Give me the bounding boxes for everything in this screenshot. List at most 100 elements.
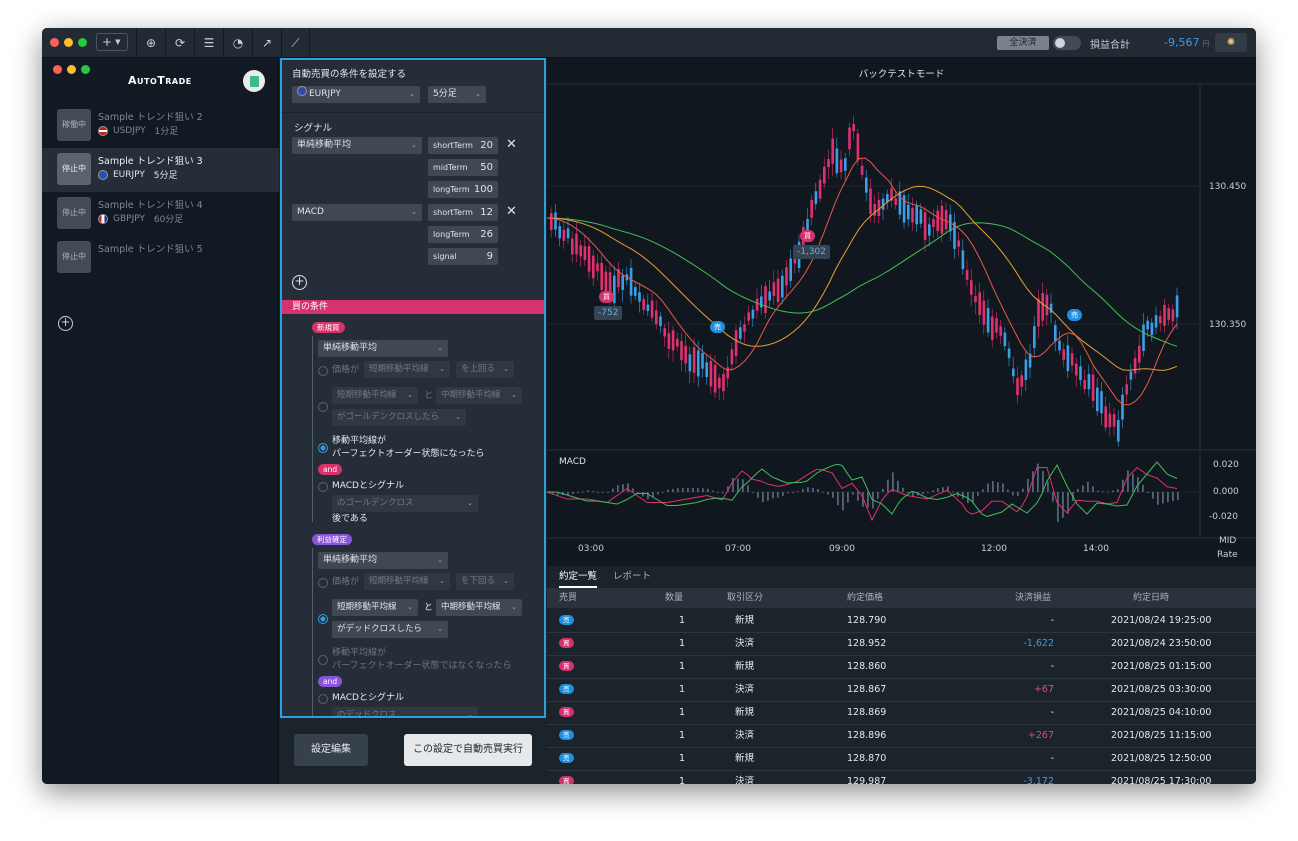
table-row[interactable]: 売 1 新規 128.870 - 2021/08/25 12:50:00 [547,748,1256,771]
param-field[interactable]: shortTerm 12 [428,204,498,221]
refresh-icon[interactable]: ⟳ [165,28,194,58]
add-indicator-button[interactable]: + [292,275,307,290]
condition-radio[interactable] [318,694,328,704]
indicator-select[interactable]: 単純移動平均 ⌄ [292,137,422,154]
minimize-window-button[interactable] [64,38,73,47]
remove-indicator-icon[interactable]: ✕ [506,137,517,152]
add-menu-button[interactable]: + ▼ [96,33,128,51]
candle-body [789,258,792,281]
tab-executions[interactable]: 約定一覧 [559,568,598,588]
clock-icon[interactable]: ◔ [223,28,252,58]
macd-bar [682,488,684,492]
strategy-item[interactable]: 停止中 Sample トレンド狙い 5 [42,236,279,280]
indicator-select[interactable]: MACD ⌄ [292,204,422,221]
new-buy-pill: 新規買 [312,322,345,333]
condition-radio-selected[interactable] [318,614,328,624]
condition-radio[interactable] [318,655,328,665]
param-field[interactable]: shortTerm 20 [428,137,498,154]
condition-radio[interactable] [318,578,328,588]
column-header[interactable]: 約定価格 [847,588,883,608]
option-connector: と [424,603,434,613]
column-header[interactable]: 数量 [665,588,683,608]
column-header[interactable]: 取引区分 [727,588,763,608]
trend-line-icon[interactable]: ⟋ [281,28,310,58]
option-select[interactable]: 短期移動平均線 ⌄ [332,599,418,616]
option-select[interactable]: がデッドクロスしたら ⌄ [332,621,448,638]
param-field[interactable]: longTerm 26 [428,226,498,243]
pnl-number: -9,567 [1164,36,1200,49]
sidebar-close-button[interactable] [53,65,62,74]
chevron-down-icon: ⌄ [409,90,415,98]
candle-body [579,245,582,257]
pair-select[interactable]: EURJPY ⌄ [292,86,420,103]
column-header[interactable]: 売買 [559,588,577,608]
price-cell: 129.987 [847,776,887,784]
add-chart-icon[interactable]: ⊕ [136,28,165,58]
option-select[interactable]: を下回る ⌄ [456,573,514,590]
macd-bar [732,477,734,492]
table-row[interactable]: 買 1 決済 129.987 -3,172 2021/08/25 17:30:00 [547,771,1256,784]
add-strategy-button[interactable]: + [58,316,73,331]
option-select[interactable]: 短期移動平均線 ⌄ [364,361,450,378]
condition-radio[interactable] [318,366,328,376]
take-profit-indicator-select[interactable]: 単純移動平均 ⌄ [318,552,448,569]
avatar[interactable] [243,70,265,92]
condition-radio[interactable] [318,482,328,492]
tab-report[interactable]: レポート [613,568,651,588]
param-field[interactable]: midTerm 50 [428,159,498,176]
close-all-button[interactable]: 全決済 [997,36,1049,50]
edit-settings-button[interactable]: 設定編集 [294,734,368,766]
buy-condition-header: 買の条件 [282,300,544,314]
sidebar-minimize-button[interactable] [67,65,76,74]
option-select[interactable]: を上回る ⌄ [456,361,514,378]
price-chart[interactable]: バックテストモード 130.450 130.350 MACD 0.020 0.0… [547,58,1256,566]
close-window-button[interactable] [50,38,59,47]
sell-marker[interactable]: 売 [1067,309,1082,321]
buy-marker[interactable]: 買 [800,230,815,242]
new-order-indicator-select[interactable]: 単純移動平均 ⌄ [318,340,448,357]
trend-up-icon[interactable]: ↗ [252,28,281,58]
table-row[interactable]: 売 1 決済 128.896 +267 2021/08/25 11:15:00 [547,725,1256,748]
maximize-window-button[interactable] [78,38,87,47]
pnl-cell: -3,172 [1023,776,1054,784]
condition-radio-selected[interactable] [318,443,328,453]
macd-bar [927,492,929,493]
param-field[interactable]: longTerm 100 [428,181,498,198]
timeframe-select[interactable]: 5分足 ⌄ [428,86,486,103]
list-icon[interactable]: ☰ [194,28,223,58]
strategy-item[interactable]: 稼働中 Sample トレンド狙い 2 USDJPY 1分足 [42,104,279,148]
sidebar-maximize-button[interactable] [81,65,90,74]
condition-radio[interactable] [318,402,328,412]
option-select[interactable]: のデッドクロス ⌄ [332,707,478,716]
option-select[interactable]: 短期移動平均線 ⌄ [332,387,418,404]
table-row[interactable]: 売 1 決済 128.867 +67 2021/08/25 03:30:00 [547,679,1256,702]
candle-body [1079,366,1082,381]
settings-gear-icon[interactable]: ✺ [1215,33,1247,52]
table-row[interactable]: 買 1 新規 128.869 - 2021/08/25 04:10:00 [547,702,1256,725]
chevron-down-icon: ⌄ [411,141,417,149]
remove-indicator-icon[interactable]: ✕ [506,204,517,219]
close-all-toggle[interactable] [1053,36,1081,50]
option-select[interactable]: のゴールデンクロス ⌄ [332,495,478,512]
option-select[interactable]: 短期移動平均線 ⌄ [364,573,450,590]
candle-body [1129,371,1133,380]
option-select[interactable]: 中期移動平均線 ⌄ [436,387,522,404]
option-select[interactable]: がゴールデンクロスしたら ⌄ [332,409,466,426]
buy-marker[interactable]: 買 [599,291,614,303]
column-header[interactable]: 決済損益 [1015,588,1051,608]
macd-bar [912,492,914,497]
table-row[interactable]: 売 1 新規 128.790 - 2021/08/24 19:25:00 [547,610,1256,633]
param-field[interactable]: signal 9 [428,248,498,265]
strategy-item[interactable]: 停止中 Sample トレンド狙い 4 GBPJPY 60分足 [42,192,279,236]
column-header[interactable]: 約定日時 [1133,588,1169,608]
time-cell: 2021/08/25 17:30:00 [1111,776,1212,784]
table-row[interactable]: 買 1 新規 128.860 - 2021/08/25 01:15:00 [547,656,1256,679]
strategy-item[interactable]: 停止中 Sample トレンド狙い 3 EURJPY 5分足 [42,148,279,192]
sell-marker[interactable]: 売 [710,321,725,333]
macd-bar [1127,470,1129,492]
candle-body [684,345,687,364]
time-cell: 2021/08/25 12:50:00 [1111,753,1212,764]
run-auto-trade-button[interactable]: この設定で自動売買実行 [404,734,532,766]
option-select[interactable]: 中期移動平均線 ⌄ [436,599,522,616]
table-row[interactable]: 買 1 決済 128.952 -1,622 2021/08/24 23:50:00 [547,633,1256,656]
